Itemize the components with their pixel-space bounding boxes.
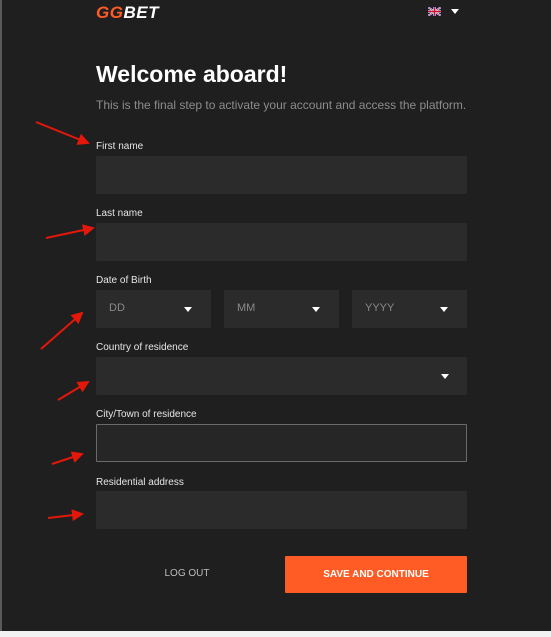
logout-button[interactable]: LOG OUT	[155, 568, 219, 580]
dob-month-select[interactable]: MM	[224, 290, 339, 328]
page-title: Welcome aboard!	[96, 61, 288, 87]
country-select[interactable]	[96, 357, 467, 395]
address-input[interactable]	[96, 491, 467, 529]
dob-day-placeholder: DD	[109, 302, 125, 314]
chevron-down-icon	[441, 374, 449, 379]
logo-gg: GG	[96, 3, 124, 22]
logo-bet: BET	[123, 3, 159, 22]
dob-year-select[interactable]: YYYY	[352, 290, 467, 328]
ggbet-logo[interactable]: GGBET	[96, 4, 159, 22]
chevron-down-icon	[440, 307, 448, 312]
annotation-arrow	[40, 311, 84, 350]
chevron-down-icon	[184, 307, 192, 312]
dob-month-placeholder: MM	[237, 302, 256, 314]
annotation-arrow	[57, 380, 90, 401]
country-label: Country of residence	[96, 342, 189, 353]
chevron-down-icon	[312, 307, 320, 312]
city-input[interactable]	[96, 424, 467, 462]
dob-year-placeholder: YYYY	[365, 302, 395, 314]
registration-page: GGBET Welcome aboard! This is the final …	[0, 0, 551, 637]
address-label: Residential address	[96, 477, 184, 488]
dob-day-select[interactable]: DD	[96, 290, 211, 328]
city-label: City/Town of residence	[96, 409, 197, 420]
dob-label: Date of Birth	[96, 275, 152, 286]
last-name-input[interactable]	[96, 223, 467, 261]
last-name-label: Last name	[96, 208, 143, 219]
save-and-continue-button[interactable]: SAVE AND CONTINUE	[285, 556, 467, 593]
annotation-arrow	[51, 451, 84, 465]
annotation-arrow	[47, 509, 84, 522]
chevron-down-icon	[451, 9, 459, 14]
annotation-arrow	[35, 121, 90, 145]
first-name-label: First name	[96, 141, 144, 152]
page-subtitle: This is the final step to activate your …	[96, 98, 467, 112]
annotation-arrow	[45, 224, 95, 239]
uk-flag-icon	[428, 7, 441, 16]
language-selector[interactable]	[428, 7, 459, 16]
first-name-input[interactable]	[96, 156, 467, 194]
